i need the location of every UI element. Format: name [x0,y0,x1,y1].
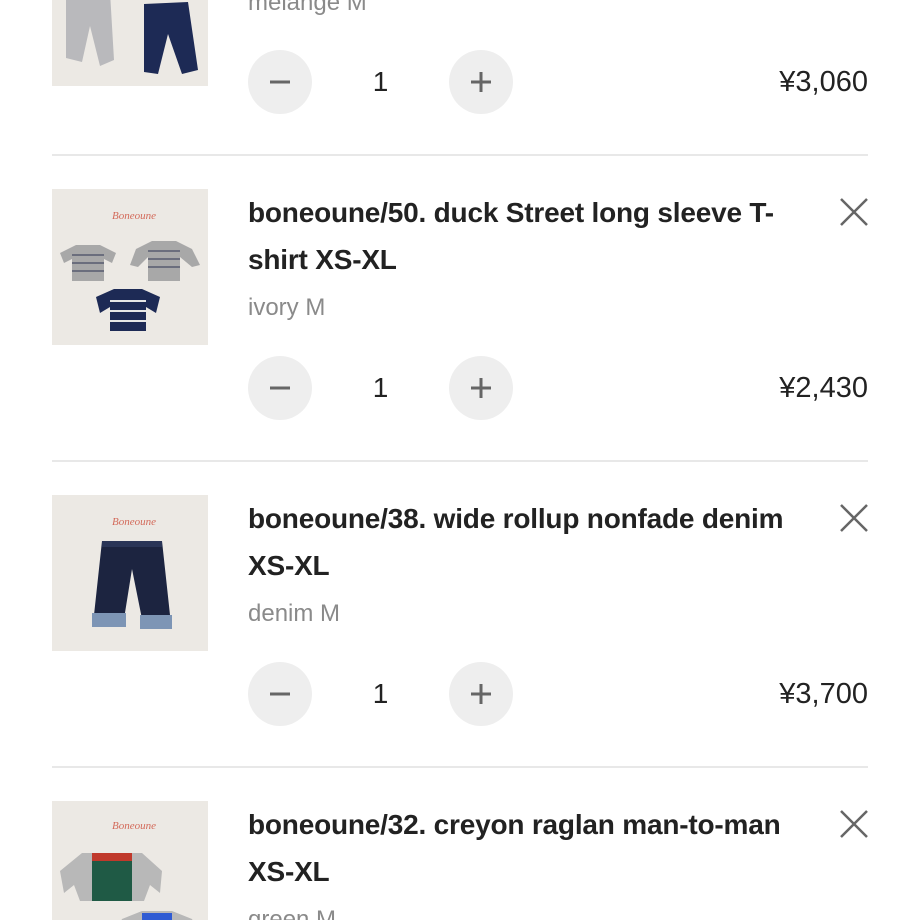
increase-quantity-button[interactable] [449,50,513,114]
product-name[interactable]: boneoune/50. duck Street long sleeve T- … [248,189,808,283]
remove-item-button[interactable] [836,194,872,230]
minus-icon [270,386,290,390]
product-name-line: XS-XL [248,856,330,887]
decrease-quantity-button[interactable] [248,50,312,114]
product-name-line: boneoune/38. wide rollup nonfade denim [248,503,784,534]
quantity-stepper: 1 [248,662,514,726]
product-name-line: boneoune/50. duck Street long sleeve T- [248,197,774,228]
divider [52,154,868,156]
pants-product-image [52,0,208,86]
product-name-line: shirt XS-XL [248,244,397,275]
denim-product-image: Boneoune [52,495,208,651]
plus-icon [471,684,491,704]
variant-label: denim M [248,600,341,627]
product-thumbnail[interactable]: Boneoune [52,801,208,920]
remove-item-button[interactable] [836,806,872,842]
increase-quantity-button[interactable] [449,356,513,420]
product-thumbnail[interactable]: Boneoune [52,189,208,345]
cart-page: melange M 1 ¥3,060 Boneoune boneoune/50.… [0,0,920,920]
tshirt-product-image: Boneoune [52,189,208,345]
svg-text:Boneoune: Boneoune [112,516,156,528]
quantity-value: 1 [372,66,389,97]
minus-icon [270,80,290,84]
item-price: ¥2,430 [779,372,868,404]
item-price: ¥3,700 [779,678,868,710]
decrease-quantity-button[interactable] [248,662,312,726]
product-name[interactable]: boneoune/32. creyon raglan man-to-man XS… [248,801,808,895]
product-name[interactable]: boneoune/38. wide rollup nonfade denim X… [248,495,808,589]
product-thumbnail[interactable] [52,0,208,86]
product-thumbnail[interactable]: Boneoune [52,495,208,651]
close-icon [840,198,868,226]
svg-text:Boneoune: Boneoune [112,210,156,222]
product-name-line: boneoune/32. creyon raglan man-to-man [248,809,781,840]
increase-quantity-button[interactable] [449,662,513,726]
quantity-stepper: 1 [248,356,514,420]
minus-icon [270,692,290,696]
plus-icon [471,72,491,92]
item-price: ¥3,060 [779,66,868,98]
decrease-quantity-button[interactable] [248,356,312,420]
divider [52,460,868,462]
svg-text:Boneoune: Boneoune [112,820,156,832]
variant-label: green M [248,906,337,920]
close-icon [840,810,868,838]
quantity-value: 1 [372,372,389,403]
sweatshirt-product-image: Boneoune [52,801,208,920]
remove-item-button[interactable] [836,500,872,536]
variant-label: ivory M [248,294,326,321]
quantity-stepper: 1 [248,50,514,114]
plus-icon [471,378,491,398]
variant-label: melange M [248,0,367,16]
product-name-line: XS-XL [248,550,330,581]
close-icon [840,504,868,532]
quantity-value: 1 [372,678,389,709]
divider [52,766,868,768]
